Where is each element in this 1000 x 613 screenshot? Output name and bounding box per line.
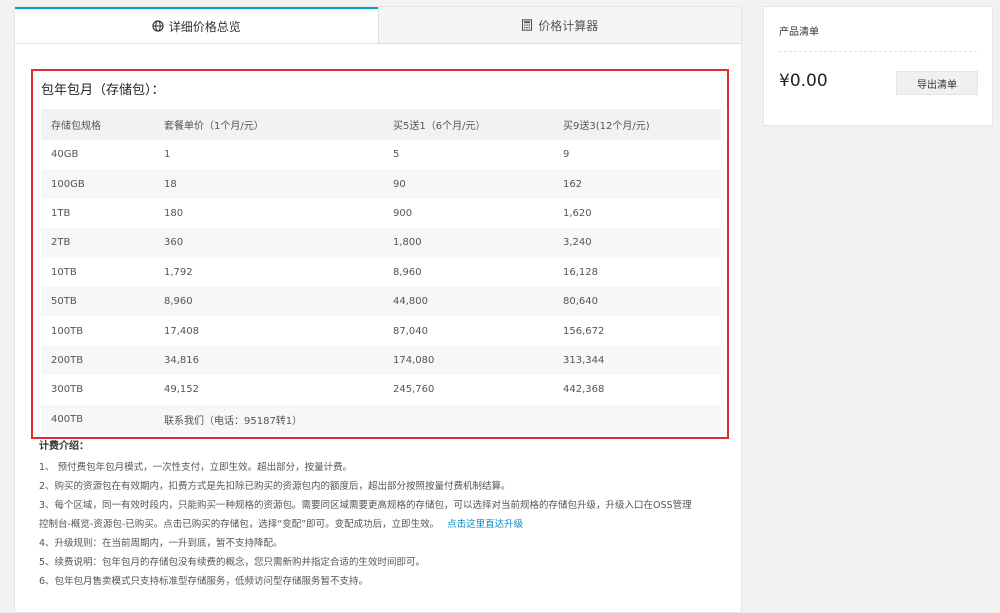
table-cell: 10TB xyxy=(51,266,77,278)
contact-us-cell: 联系我们（电话：95187转1） xyxy=(154,404,721,434)
note-item: 3、每个区域，同一有效时段内，只能购买一种规格的资源包。需要同区域需要更高规格的… xyxy=(39,500,692,511)
total-price: ¥0.00 xyxy=(779,71,828,91)
column-header: 存储包规格 xyxy=(41,109,154,140)
calculator-icon xyxy=(522,19,533,31)
table-header-row: 存储包规格 套餐单价（1个月/元） 买5送1（6个月/元） 买9送3(12个月/… xyxy=(41,109,721,140)
table-cell: 245,760 xyxy=(393,384,435,396)
table-cell: 1,620 xyxy=(563,207,592,219)
note-item-with-link: 控制台-概览-资源包-已购买。点击已购买的存储包，选择“变配”即可。变配成功后，… xyxy=(39,515,739,534)
column-header: 买5送1（6个月/元） xyxy=(383,109,553,140)
table-cell: 3,240 xyxy=(553,228,721,258)
note-item: 4、升级规则：在当前周期内，一升到底，暂不支持降配。 xyxy=(39,538,283,549)
table-cell: 40GB xyxy=(51,149,79,161)
note-item: 5、续费说明：包年包月的存储包没有续费的概念，您只需新购并指定合适的生效时间即可… xyxy=(39,557,426,568)
note-item: 1、 预付费包年包月模式，一次性支付，立即生效。超出部分，按量计费。 xyxy=(39,462,353,473)
table-cell: 162 xyxy=(553,169,721,199)
table-row: 300TB 49,152 245,760 442,368 xyxy=(41,375,721,404)
table-cell: 8,960 xyxy=(393,266,422,278)
table-cell: 300TB xyxy=(51,384,84,396)
table-cell: 156,672 xyxy=(563,325,605,337)
tab-price-calculator-label: 价格计算器 xyxy=(538,18,599,33)
table-cell: 100GB xyxy=(41,169,154,199)
product-list-panel: 产品清单 ¥0.00 导出清单 xyxy=(763,6,993,126)
table-cell: 200TB xyxy=(41,345,154,376)
tab-price-overview[interactable]: 详细价格总览 xyxy=(15,7,378,43)
section-title: 包年包月（存储包）： xyxy=(41,83,165,98)
column-header: 买9送3(12个月/元) xyxy=(553,109,721,140)
table-cell: 18 xyxy=(154,169,383,199)
notes-title: 计费介绍： xyxy=(39,441,89,452)
table-row: 40GB 1 5 9 xyxy=(41,140,721,169)
table-cell: 100TB xyxy=(51,325,84,337)
table-cell: 180 xyxy=(164,207,184,219)
tab-price-calculator[interactable]: 价格计算器 xyxy=(377,7,741,43)
note-text: 控制台-概览-资源包-已购买。点击已购买的存储包，选择“变配”即可。变配成功后，… xyxy=(39,519,440,530)
table-cell: 34,816 xyxy=(154,345,383,376)
table-row: 50TB 8,960 44,800 80,640 xyxy=(41,286,721,317)
table-cell: 16,128 xyxy=(563,266,598,278)
table-row: 100TB 17,408 87,040 156,672 xyxy=(41,316,721,345)
table-row: 2TB 360 1,800 3,240 xyxy=(41,228,721,258)
table-row: 1TB 180 900 1,620 xyxy=(41,199,721,228)
note-item: 2、购买的资源包在有效期内，扣费方式是先扣除已购买的资源包内的额度后，超出部分按… xyxy=(39,481,511,492)
table-cell: 1 xyxy=(164,149,171,161)
table-cell: 80,640 xyxy=(553,286,721,317)
table-row: 400TB 联系我们（电话：95187转1） xyxy=(41,404,721,434)
globe-icon xyxy=(152,20,164,32)
price-overview-panel: 详细价格总览 价格计算器 包年包月（存储包）： 存储包规格 套餐单价（1个月/元… xyxy=(14,6,742,613)
table-cell: 44,800 xyxy=(383,286,553,317)
table-cell: 1TB xyxy=(51,207,71,219)
table-row: 200TB 34,816 174,080 313,344 xyxy=(41,345,721,376)
tab-price-overview-label: 详细价格总览 xyxy=(168,19,241,34)
billing-notes: 计费介绍： 1、 预付费包年包月模式，一次性支付，立即生效。超出部分，按量计费。… xyxy=(39,437,739,591)
tab-bar: 详细价格总览 价格计算器 xyxy=(15,7,741,44)
table-cell: 1,792 xyxy=(164,266,193,278)
product-list-title: 产品清单 xyxy=(779,27,819,38)
divider xyxy=(779,51,977,52)
table-cell: 174,080 xyxy=(383,345,553,376)
table-cell: 400TB xyxy=(41,404,154,434)
note-item: 6、包年包月售卖模式只支持标准型存储服务，低频访问型存储服务暂不支持。 xyxy=(39,576,369,587)
table-cell: 17,408 xyxy=(164,325,199,337)
table-cell: 50TB xyxy=(41,286,154,317)
table-cell: 2TB xyxy=(41,228,154,258)
table-cell: 360 xyxy=(154,228,383,258)
table-row: 10TB 1,792 8,960 16,128 xyxy=(41,258,721,287)
table-cell: 8,960 xyxy=(154,286,383,317)
table-cell: 1,800 xyxy=(383,228,553,258)
table-cell: 442,368 xyxy=(563,384,605,396)
column-header: 套餐单价（1个月/元） xyxy=(154,109,383,140)
storage-package-price-box: 包年包月（存储包）： 存储包规格 套餐单价（1个月/元） 买5送1（6个月/元）… xyxy=(31,69,729,439)
table-cell: 9 xyxy=(563,149,570,161)
table-cell: 90 xyxy=(383,169,553,199)
table-cell: 900 xyxy=(393,207,413,219)
price-table: 存储包规格 套餐单价（1个月/元） 买5送1（6个月/元） 买9送3(12个月/… xyxy=(41,109,721,434)
table-cell: 313,344 xyxy=(553,345,721,376)
table-cell: 5 xyxy=(393,149,400,161)
table-cell: 87,040 xyxy=(393,325,428,337)
table-row: 100GB 18 90 162 xyxy=(41,169,721,199)
table-cell: 49,152 xyxy=(164,384,199,396)
export-list-button[interactable]: 导出清单 xyxy=(896,71,978,95)
upgrade-link[interactable]: 点击这里直达升级 xyxy=(447,519,523,530)
